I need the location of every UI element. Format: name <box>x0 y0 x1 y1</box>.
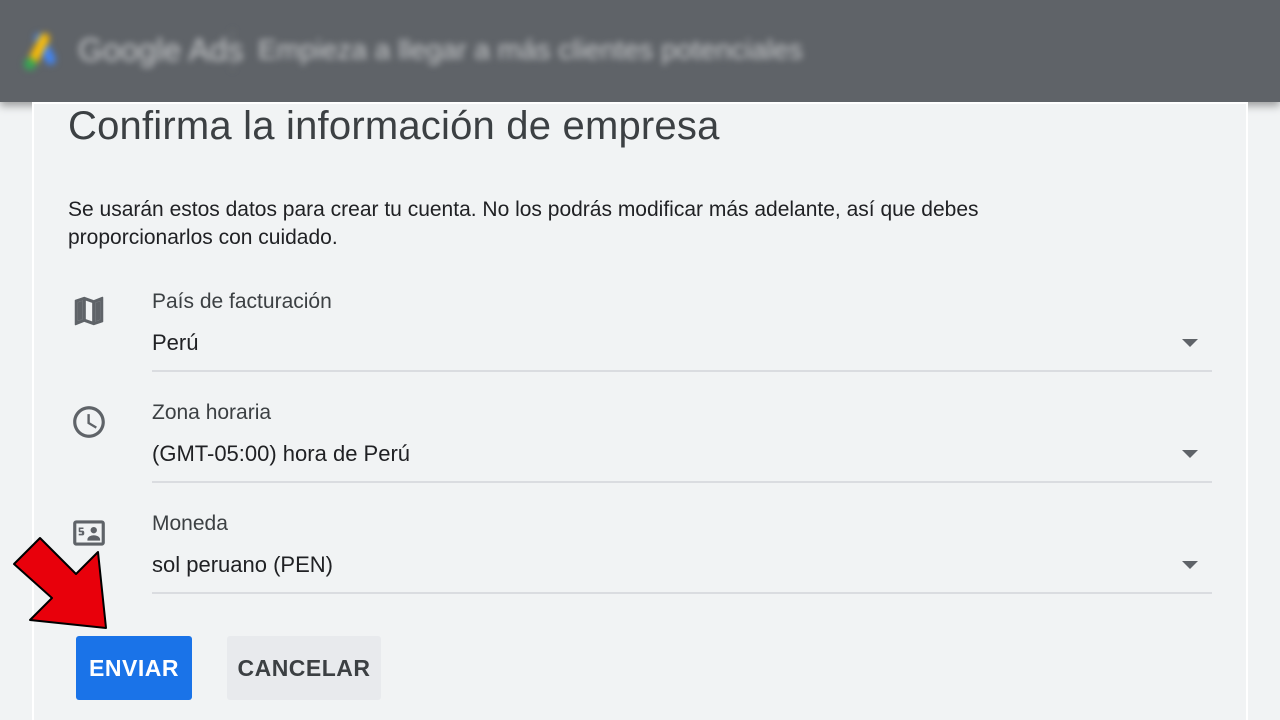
header-title: Empieza a llegar a más clientes potencia… <box>258 34 803 65</box>
map-icon <box>74 296 104 326</box>
currency-label: Moneda <box>152 512 228 535</box>
top-bar-content: Google Ads Empieza a llegar a más client… <box>0 0 1280 102</box>
chevron-down-icon <box>1182 561 1198 569</box>
timezone-select[interactable]: (GMT-05:00) hora de Perú <box>152 439 1212 483</box>
billing-country-label: País de facturación <box>152 290 332 313</box>
timezone-value: (GMT-05:00) hora de Perú <box>152 441 411 466</box>
chevron-down-icon <box>1182 450 1198 458</box>
brand-name: Google Ads <box>78 32 244 68</box>
top-bar: Google Ads Empieza a llegar a más client… <box>0 0 1280 102</box>
chevron-down-icon <box>1182 339 1198 347</box>
form-description: Se usarán estos datos para crear tu cuen… <box>68 198 979 249</box>
clock-icon <box>73 406 105 438</box>
google-ads-logo-icon <box>24 33 56 70</box>
submit-button[interactable]: ENVIAR <box>76 636 192 700</box>
annotation-arrow-icon <box>13 537 107 629</box>
timezone-label: Zona horaria <box>152 401 272 424</box>
billing-country-select[interactable]: Perú <box>152 328 1212 372</box>
page-title: Confirma la información de empresa <box>68 104 720 148</box>
currency-value: sol peruano (PEN) <box>152 552 333 577</box>
header-divider <box>232 30 233 70</box>
billing-country-value: Perú <box>152 330 199 355</box>
currency-select[interactable]: sol peruano (PEN) <box>152 550 1212 594</box>
cancel-button[interactable]: CANCELAR <box>227 636 381 700</box>
